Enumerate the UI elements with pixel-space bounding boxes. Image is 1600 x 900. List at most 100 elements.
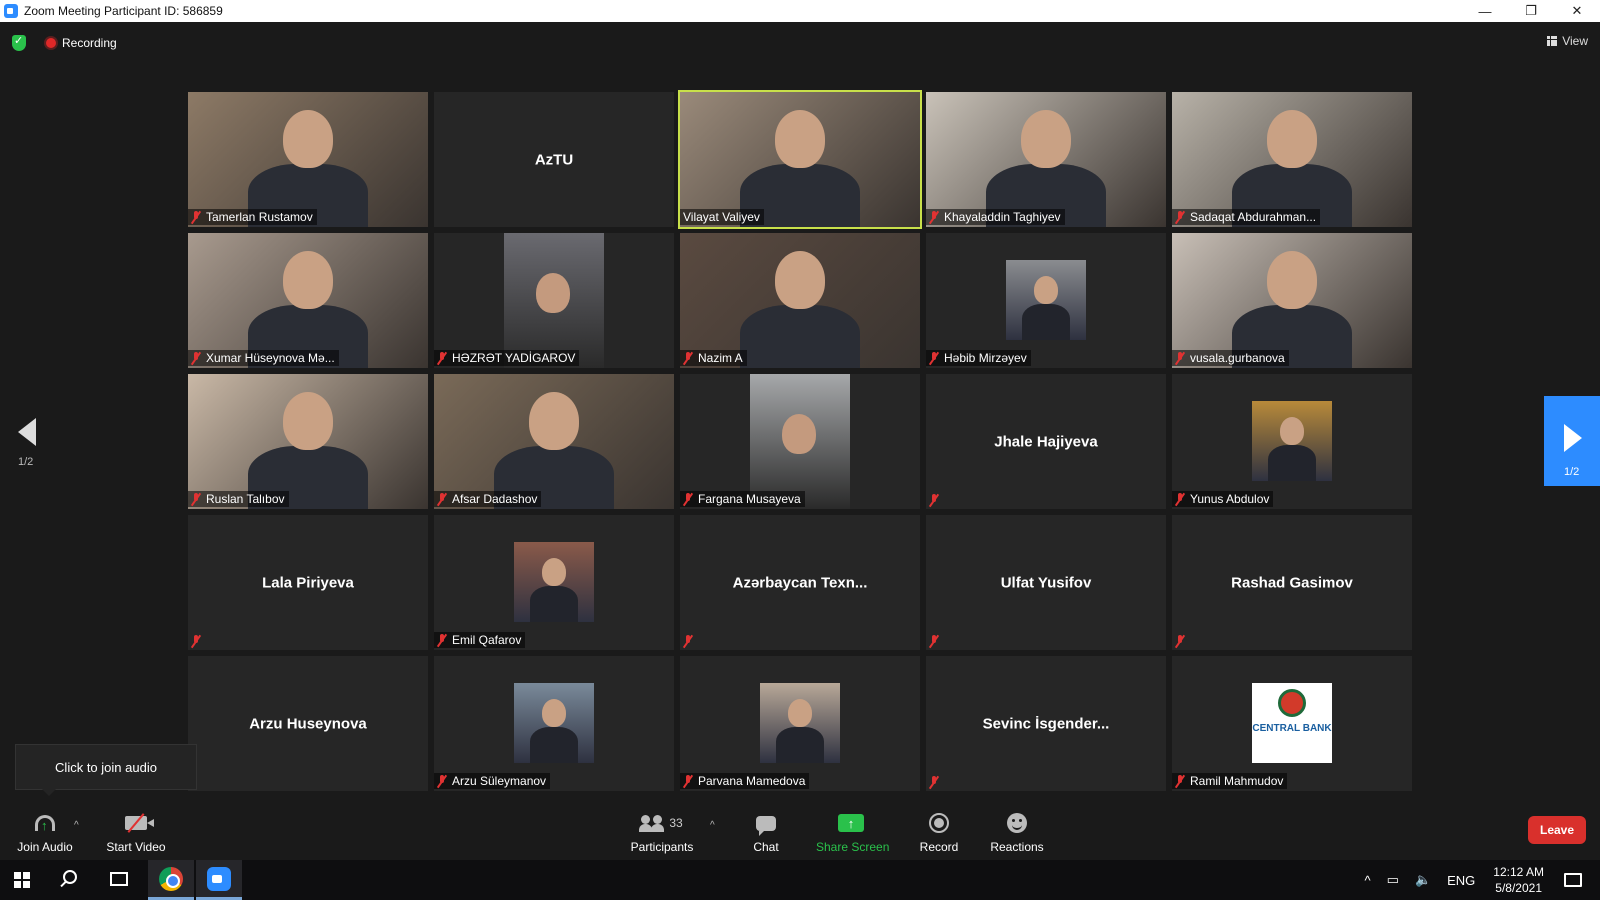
participant-tile[interactable]: Həbib Mirzəyev: [926, 233, 1166, 368]
participants-icon: [639, 815, 663, 832]
participant-name-label: Fargana Musayeva: [680, 491, 805, 507]
zoom-taskbar-button[interactable]: [196, 860, 242, 900]
participant-face: [1034, 276, 1058, 304]
participant-face: [1280, 417, 1304, 445]
show-hidden-icons-chevron-icon[interactable]: ^: [1365, 873, 1371, 888]
participant-tile[interactable]: Sadaqat Abdurahman...: [1172, 92, 1412, 227]
participant-tile[interactable]: HƏZRƏT YADİGAROV: [434, 233, 674, 368]
participant-tile[interactable]: vusala.gurbanova: [1172, 233, 1412, 368]
participant-avatar: [760, 683, 840, 763]
participant-tile[interactable]: Ruslan Talıbov: [188, 374, 428, 509]
participant-name-label: Nazim A: [680, 350, 747, 366]
participant-tile[interactable]: Khayaladdin Taghiyev: [926, 92, 1166, 227]
participant-video: [188, 233, 428, 368]
participant-face: [283, 392, 333, 450]
notifications-icon[interactable]: [1564, 873, 1582, 887]
participant-name-label: Vilayat Valiyev: [680, 209, 764, 225]
participant-name-label: [188, 634, 210, 648]
chat-button[interactable]: Chat: [748, 810, 784, 854]
mic-muted-icon: [929, 352, 939, 364]
participant-tile[interactable]: Vilayat Valiyev: [678, 90, 922, 229]
left-arrow-icon: [18, 418, 36, 446]
recording-indicator[interactable]: Recording: [46, 36, 117, 50]
headphones-icon: [35, 815, 55, 833]
reactions-label: Reactions: [990, 840, 1044, 854]
participant-name-label: Xumar Hüseynova Mə...: [188, 350, 339, 366]
start-video-button[interactable]: Start Video: [106, 810, 166, 854]
minimize-button[interactable]: —: [1462, 0, 1508, 22]
join-audio-tooltip[interactable]: Click to join audio: [15, 744, 197, 796]
right-arrow-icon: [1564, 424, 1582, 452]
join-audio-button[interactable]: Join Audio: [14, 810, 76, 854]
encryption-shield-icon[interactable]: [12, 34, 26, 51]
mic-muted-icon: [929, 211, 939, 223]
participant-tile[interactable]: Ulfat Yusifov: [926, 515, 1166, 650]
participant-tile[interactable]: Azərbaycan Texn...: [680, 515, 920, 650]
participant-video: [188, 374, 428, 509]
participant-name-label: [926, 493, 948, 507]
share-screen-button[interactable]: ↑ Share Screen: [816, 810, 889, 854]
next-page-button[interactable]: 1/2: [1544, 396, 1600, 486]
participant-tile[interactable]: Arzu Huseynova: [188, 656, 428, 791]
participant-body: [530, 586, 578, 622]
participant-tile[interactable]: AzTU: [434, 92, 674, 227]
participant-name-label: Arzu Süleymanov: [434, 773, 551, 789]
task-view-icon[interactable]: [110, 872, 128, 886]
taskbar-search-icon[interactable]: [63, 870, 77, 884]
participant-tile[interactable]: Nazim A: [680, 233, 920, 368]
participant-name-label: Khayaladdin Taghiyev: [926, 209, 1065, 225]
participant-tile[interactable]: Xumar Hüseynova Mə...: [188, 233, 428, 368]
mic-muted-icon: [437, 352, 447, 364]
close-button[interactable]: ✕: [1554, 0, 1600, 22]
volume-icon[interactable]: 🔈: [1415, 872, 1431, 888]
participant-tile[interactable]: Yunus Abdulov: [1172, 374, 1412, 509]
reactions-icon: [1007, 813, 1027, 833]
participants-chevron-icon[interactable]: ^: [710, 820, 715, 831]
mic-muted-icon: [683, 775, 693, 787]
participant-tile[interactable]: Tamerlan Rustamov: [188, 92, 428, 227]
participant-video: [1172, 233, 1412, 368]
participant-name-label: vusala.gurbanova: [1172, 350, 1289, 366]
clock[interactable]: 12:12 AM 5/8/2021: [1493, 864, 1544, 896]
participant-tile[interactable]: Rashad Gasimov: [1172, 515, 1412, 650]
participant-grid: Tamerlan Rustamov AzTU Vilayat Valiyev Khay…: [188, 90, 1412, 791]
audio-options-chevron-icon[interactable]: ^: [74, 820, 79, 831]
participant-name: Arzu Süleymanov: [452, 774, 547, 788]
participant-tile[interactable]: Afsar Dadashov: [434, 374, 674, 509]
windows-start-icon[interactable]: [14, 872, 30, 888]
participant-face: [788, 699, 812, 727]
participants-label: Participants: [630, 840, 694, 854]
participant-name-label: HƏZRƏT YADİGAROV: [434, 350, 580, 366]
participant-name: Xumar Hüseynova Mə...: [206, 351, 335, 365]
participant-tile[interactable]: Fargana Musayeva: [680, 374, 920, 509]
record-button[interactable]: Record: [918, 810, 960, 854]
participant-name-label: [680, 634, 702, 648]
participant-tile[interactable]: Jhale Hajiyeva: [926, 374, 1166, 509]
participant-video: [680, 233, 920, 368]
participant-avatar: [514, 542, 594, 622]
participant-tile[interactable]: CENTRAL BANK Ramil Mahmudov: [1172, 656, 1412, 791]
mic-muted-icon: [683, 352, 693, 364]
participant-name: Yunus Abdulov: [1190, 492, 1270, 506]
network-icon[interactable]: ▭: [1387, 872, 1399, 888]
participant-name: Sadaqat Abdurahman...: [1190, 210, 1317, 224]
windows-taskbar: ^ ▭ 🔈 ENG 12:12 AM 5/8/2021: [0, 860, 1600, 900]
chrome-taskbar-button[interactable]: [148, 860, 194, 900]
reactions-button[interactable]: Reactions: [990, 810, 1044, 854]
view-button[interactable]: View: [1547, 34, 1588, 48]
participant-tile[interactable]: Sevinc İsgender...: [926, 656, 1166, 791]
participant-display-name: Jhale Hajiyeva: [994, 433, 1098, 450]
participants-button[interactable]: 33 Participants: [630, 810, 694, 854]
participant-tile[interactable]: Parvana Mamedova: [680, 656, 920, 791]
leave-button[interactable]: Leave: [1528, 816, 1586, 844]
participant-tile[interactable]: Arzu Süleymanov: [434, 656, 674, 791]
participants-count: 33: [669, 816, 683, 830]
mic-muted-icon: [191, 352, 201, 364]
clock-time: 12:12 AM: [1493, 865, 1544, 879]
participant-tile[interactable]: Emil Qafarov: [434, 515, 674, 650]
participant-tile[interactable]: Lala Piriyeva: [188, 515, 428, 650]
language-indicator[interactable]: ENG: [1447, 873, 1475, 888]
maximize-button[interactable]: ❐: [1508, 0, 1554, 22]
participant-name: Ruslan Talıbov: [206, 492, 285, 506]
prev-page-button[interactable]: 1/2: [18, 418, 46, 468]
